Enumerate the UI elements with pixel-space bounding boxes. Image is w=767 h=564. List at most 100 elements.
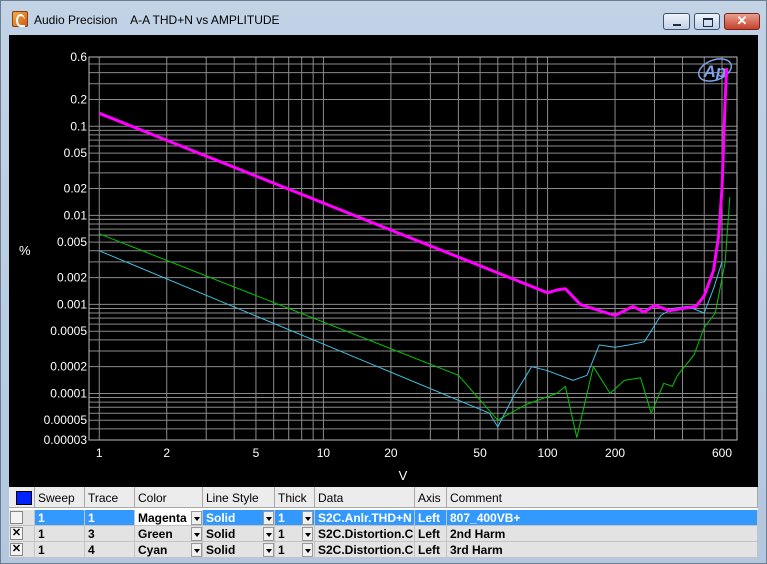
x-axis-label: V: [399, 468, 408, 483]
data-cell[interactable]: S2C.Distortion.Cl: [315, 542, 415, 558]
axis-cell[interactable]: Left: [415, 542, 447, 558]
table-row[interactable]: ✕ 1 4 Cyan Solid 1 S2C.Distortion.Cl Lef…: [9, 542, 758, 558]
y-tick-label: 0.0001: [50, 386, 87, 400]
y-axis-label: %: [19, 243, 31, 258]
series-line: [99, 197, 731, 438]
x-tick-label: 10: [317, 446, 331, 460]
color-dropdown-icon[interactable]: [191, 511, 202, 525]
x-tick-label: 20: [384, 446, 398, 460]
row-select-cell[interactable]: ✕: [9, 542, 35, 558]
y-tick-label: 0.6: [70, 50, 87, 64]
line-style-cell[interactable]: Solid: [203, 510, 275, 526]
color-cell[interactable]: Magenta: [135, 510, 203, 526]
close-icon: ✕: [736, 13, 748, 28]
trace-enable-checkbox[interactable]: ✕: [10, 543, 23, 556]
header-trace[interactable]: Trace: [85, 487, 135, 508]
y-tick-label: 0.1: [70, 119, 87, 133]
thd-vs-amplitude-chart[interactable]: 1 2 5 10 20 50 100 200 600 0.6 0.2 0.1 0.05 0.02 0.01 0…: [9, 35, 758, 487]
color-swatch-icon: [16, 491, 32, 505]
line-style-dropdown-icon[interactable]: [263, 511, 274, 525]
trace-cell[interactable]: 4: [85, 542, 135, 558]
thick-dropdown-icon[interactable]: [302, 511, 313, 525]
axis-cell[interactable]: Left: [415, 526, 447, 542]
thick-value: 1: [278, 543, 285, 557]
trace-cell[interactable]: 1: [85, 510, 135, 526]
thick-cell[interactable]: 1: [275, 526, 315, 542]
color-value: Magenta: [138, 511, 187, 525]
line-style-cell[interactable]: Solid: [203, 542, 275, 558]
app-name: Audio Precision: [34, 13, 118, 27]
minimize-icon: [673, 24, 681, 26]
y-tick-label: 0.00005: [44, 413, 88, 427]
audio-precision-app-icon[interactable]: [12, 11, 28, 27]
x-tick-label: 1: [96, 446, 103, 460]
close-button[interactable]: ✕: [724, 13, 760, 30]
data-cell[interactable]: S2C.Anlr.THD+N l: [315, 510, 415, 526]
color-cell[interactable]: Green: [135, 526, 203, 542]
line-style-value: Solid: [206, 511, 236, 525]
data-cell[interactable]: S2C.Distortion.Cl: [315, 526, 415, 542]
row-select-cell[interactable]: ✕: [9, 526, 35, 542]
series-line: [98, 68, 729, 317]
trace-enable-checkbox[interactable]: [10, 511, 23, 524]
y-tick-label: 0.02: [64, 182, 88, 196]
table-corner-cell[interactable]: [9, 487, 35, 508]
thick-cell[interactable]: 1: [275, 542, 315, 558]
comment-cell[interactable]: 3rd Harm: [447, 542, 758, 558]
x-tick-label: 50: [473, 446, 487, 460]
y-tick-label: 0.0005: [50, 324, 87, 338]
y-tick-label: 0.00003: [44, 433, 88, 447]
row-select-cell[interactable]: [9, 510, 35, 526]
line-style-value: Solid: [206, 543, 236, 557]
y-tick-label: 0.05: [64, 146, 88, 160]
thick-value: 1: [278, 527, 285, 541]
sweep-cell[interactable]: 1: [35, 542, 85, 558]
header-color[interactable]: Color: [135, 487, 203, 508]
comment-cell[interactable]: 2nd Harm: [447, 526, 758, 542]
line-style-dropdown-icon[interactable]: [263, 543, 274, 557]
color-dropdown-icon[interactable]: [191, 527, 202, 541]
y-tick-label: 0.2: [70, 92, 87, 106]
y-tick-label: 0.001: [57, 297, 87, 311]
header-line-style[interactable]: Line Style: [203, 487, 275, 508]
thick-dropdown-icon[interactable]: [302, 527, 313, 541]
header-thick[interactable]: Thick: [275, 487, 315, 508]
x-tick-label: 5: [253, 446, 260, 460]
thick-value: 1: [278, 511, 285, 525]
axis-cell[interactable]: Left: [415, 510, 447, 526]
x-tick-label: 100: [538, 446, 558, 460]
x-tick-label: 2: [163, 446, 170, 460]
sweep-cell[interactable]: 1: [35, 526, 85, 542]
app-window: Audio Precision A-A THD+N vs AMPLITUDE ✕…: [0, 0, 767, 564]
thick-dropdown-icon[interactable]: [302, 543, 313, 557]
title-bar[interactable]: Audio Precision A-A THD+N vs AMPLITUDE ✕: [1, 1, 766, 35]
header-comment[interactable]: Comment: [447, 487, 758, 508]
table-row[interactable]: ✕ 1 3 Green Solid 1 S2C.Distortion.Cl Le…: [9, 526, 758, 542]
maximize-button[interactable]: [694, 13, 720, 30]
sweep-cell[interactable]: 1: [35, 510, 85, 526]
color-dropdown-icon[interactable]: [191, 543, 202, 557]
header-data[interactable]: Data: [315, 487, 415, 508]
trace-table: Sweep Trace Color Line Style Thick Data …: [9, 487, 758, 558]
table-row[interactable]: 1 1 Magenta Solid 1 S2C.Anlr.THD+N l Lef…: [9, 510, 758, 526]
thick-cell[interactable]: 1: [275, 510, 315, 526]
y-tick-label: 0.002: [57, 271, 87, 285]
trace-enable-checkbox[interactable]: ✕: [10, 527, 23, 540]
x-tick-label: 200: [605, 446, 625, 460]
maximize-icon: [703, 18, 713, 27]
y-tick-label: 0.0002: [50, 360, 87, 374]
header-axis[interactable]: Axis: [415, 487, 447, 508]
y-tick-label: 0.01: [64, 208, 88, 222]
x-tick-label: 600: [712, 446, 732, 460]
color-value: Cyan: [138, 543, 168, 557]
comment-cell[interactable]: 807_400VB+: [447, 510, 758, 526]
y-tick-label: 0.005: [57, 235, 87, 249]
line-style-dropdown-icon[interactable]: [263, 527, 274, 541]
trace-cell[interactable]: 3: [85, 526, 135, 542]
plot-frame: [88, 56, 738, 441]
line-style-cell[interactable]: Solid: [203, 526, 275, 542]
header-sweep[interactable]: Sweep: [35, 487, 85, 508]
minimize-button[interactable]: [663, 13, 690, 30]
color-cell[interactable]: Cyan: [135, 542, 203, 558]
window-title: Audio Precision A-A THD+N vs AMPLITUDE: [34, 13, 280, 27]
